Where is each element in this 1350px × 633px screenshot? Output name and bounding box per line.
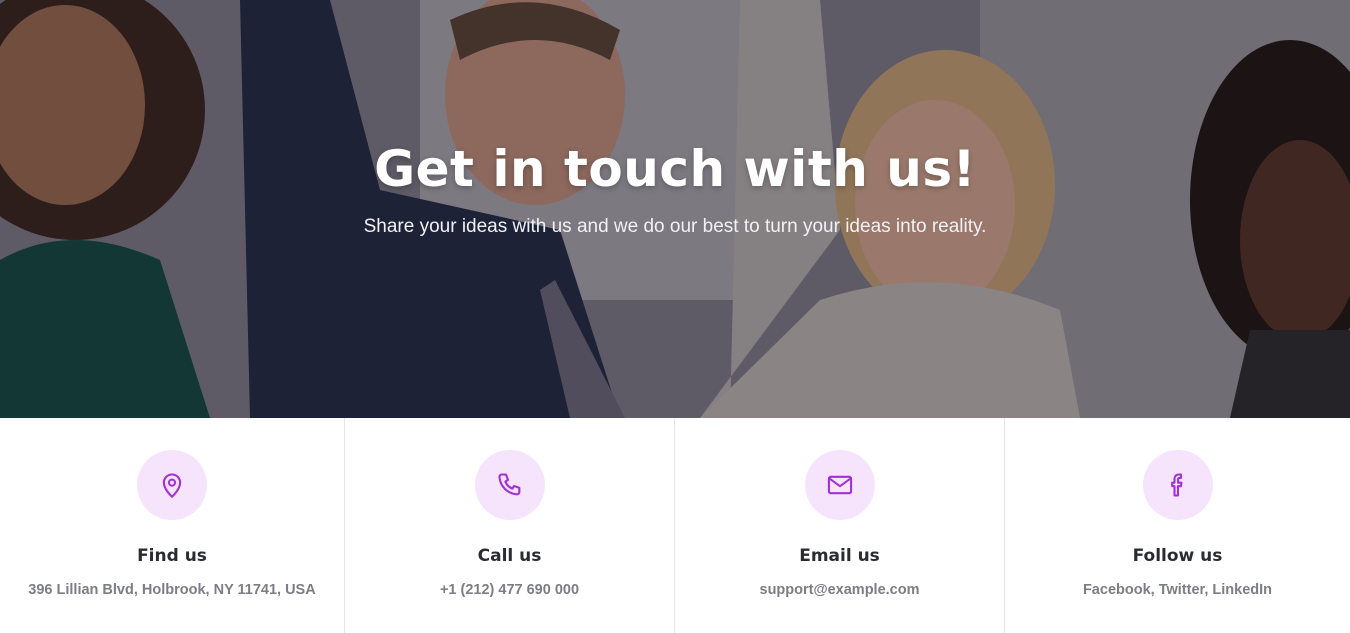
- contact-card-title: Find us: [137, 546, 207, 566]
- location-pin-icon-badge: [137, 450, 207, 520]
- contact-card-phone[interactable]: +1 (212) 477 690 000: [345, 582, 674, 598]
- contact-card-call-us: Call us +1 (212) 477 690 000: [345, 418, 675, 633]
- hero-subtitle: Share your ideas with us and we do our b…: [363, 216, 987, 237]
- facebook-icon: [1170, 473, 1183, 497]
- hero-banner: Get in touch with us! Share your ideas w…: [0, 0, 1350, 418]
- location-pin-icon: [162, 473, 182, 498]
- contact-card-title: Call us: [477, 546, 542, 566]
- contact-card-address: 396 Lillian Blvd, Holbrook, NY 11741, US…: [28, 582, 316, 598]
- contact-card-title: Follow us: [1132, 546, 1223, 566]
- page-title: Get in touch with us!: [374, 140, 976, 198]
- contact-card-email[interactable]: support@example.com: [675, 582, 1004, 598]
- facebook-icon-badge[interactable]: [1142, 450, 1213, 520]
- envelope-icon-badge: [804, 450, 875, 520]
- phone-icon-badge: [474, 450, 545, 520]
- contact-info-row: Find us 396 Lillian Blvd, Holbrook, NY 1…: [0, 418, 1350, 633]
- contact-card-email-us: Email us support@example.com: [675, 418, 1005, 633]
- contact-card-title: Email us: [799, 546, 880, 566]
- contact-card-social-links[interactable]: Facebook, Twitter, LinkedIn: [1005, 582, 1350, 598]
- envelope-icon: [827, 475, 852, 495]
- contact-card-find-us: Find us 396 Lillian Blvd, Holbrook, NY 1…: [0, 418, 345, 633]
- phone-icon: [497, 473, 520, 496]
- hero-content: Get in touch with us! Share your ideas w…: [0, 0, 1350, 418]
- contact-card-follow-us: Follow us Facebook, Twitter, LinkedIn: [1005, 418, 1350, 633]
